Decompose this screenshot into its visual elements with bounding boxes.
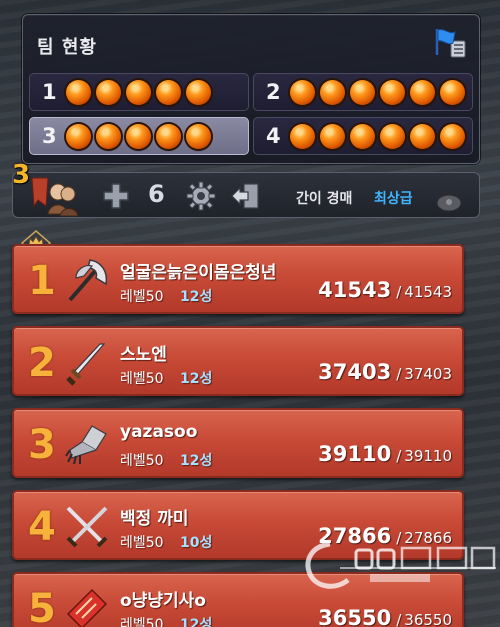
exit-icon[interactable]: [230, 181, 262, 211]
auction-label: 간이 경매: [296, 191, 353, 207]
team-slot-members: [66, 124, 211, 149]
team-slot-members: [66, 80, 211, 105]
member-level: 레벨50: [120, 371, 164, 387]
plus-icon[interactable]: [102, 182, 130, 210]
member-hp: 39110/39110: [318, 442, 452, 466]
member-dot: [410, 124, 435, 149]
member-card-1[interactable]: 1 얼굴은늙은이몸은청년 레벨50 12성 41543/41543: [12, 244, 464, 314]
member-dot: [126, 80, 151, 105]
hp-separator: /: [396, 611, 402, 627]
member-dot: [96, 124, 121, 149]
site-watermark-logo: [305, 541, 496, 589]
loot-pouch-icon[interactable]: [434, 186, 464, 212]
hp-separator: /: [396, 283, 402, 301]
team-slot-4[interactable]: 4: [253, 117, 473, 155]
hp-separator: /: [396, 365, 402, 383]
party-members-icon[interactable]: [30, 176, 80, 218]
member-name: yazasoo: [120, 422, 198, 442]
member-dot: [156, 80, 181, 105]
member-dot: [156, 124, 181, 149]
member-tier: 12성: [180, 453, 213, 469]
member-dot: [66, 124, 91, 149]
current-team-number: 3: [12, 160, 31, 190]
auction-grade[interactable]: 최상급: [374, 188, 413, 208]
member-dot: [440, 80, 465, 105]
team-slot-members: [290, 80, 465, 105]
gauntlet-icon: [65, 425, 107, 465]
member-dot: [186, 124, 211, 149]
member-name: 백정 까미: [120, 509, 189, 529]
member-name: 얼굴은늙은이몸은청년: [120, 263, 277, 283]
member-name: 스노엔: [120, 345, 167, 365]
hp-max: 37403: [404, 365, 452, 383]
member-dot: [96, 80, 121, 105]
member-dot: [380, 80, 405, 105]
member-rank: 5: [28, 586, 56, 627]
team-slot-number: 4: [266, 124, 281, 148]
team-slot-3[interactable]: 3: [29, 117, 249, 155]
member-dot: [320, 80, 345, 105]
hp-max: 36550: [404, 611, 452, 627]
hp-separator: /: [396, 447, 402, 465]
member-dot: [440, 124, 465, 149]
member-dot: [290, 80, 315, 105]
member-dot: [66, 80, 91, 105]
member-dot: [290, 124, 315, 149]
party-member-count: 6: [148, 180, 165, 208]
crossed-blades-icon: [66, 506, 108, 548]
sword-icon: [66, 343, 106, 386]
member-tier: 10성: [180, 535, 213, 551]
member-dot: [350, 124, 375, 149]
gear-icon[interactable]: [186, 181, 216, 211]
member-rank: 4: [28, 504, 56, 550]
team-slot-2[interactable]: 2: [253, 73, 473, 111]
hp-max: 41543: [404, 283, 452, 301]
member-level: 레벨50: [120, 453, 164, 469]
team-slot-number: 3: [42, 124, 57, 148]
member-dot: [350, 80, 375, 105]
member-hp: 37403/37403: [318, 360, 452, 384]
axe-icon: [68, 259, 108, 302]
member-level: 레벨50: [120, 535, 164, 551]
team-slot-members: [290, 124, 465, 149]
talisman-icon: [66, 588, 108, 627]
blue-flag-list-icon[interactable]: [433, 27, 467, 61]
member-rank: 1: [28, 258, 56, 304]
member-card-2[interactable]: 2 스노엔 레벨50 12성 37403/37403: [12, 326, 464, 396]
member-dot: [410, 80, 435, 105]
member-level: 레벨50: [120, 617, 164, 627]
team-slot-number: 2: [266, 80, 281, 104]
member-tier: 12성: [180, 617, 213, 627]
member-hp: 36550/36550: [318, 606, 452, 627]
member-rank: 3: [28, 422, 56, 468]
hp-current: 41543: [318, 278, 392, 302]
hp-current: 37403: [318, 360, 392, 384]
member-dot: [320, 124, 345, 149]
team-slot-1[interactable]: 1: [29, 73, 249, 111]
member-tier: 12성: [180, 371, 213, 387]
hp-current: 39110: [318, 442, 392, 466]
member-card-3[interactable]: 3 yazasoo 레벨50 12성 39110/39110: [12, 408, 464, 478]
member-hp: 41543/41543: [318, 278, 452, 302]
member-dot: [380, 124, 405, 149]
team-status-panel: 팀 현황 1 2 3 4: [22, 14, 480, 164]
member-dot: [126, 124, 151, 149]
member-level: 레벨50: [120, 289, 164, 305]
hp-current: 36550: [318, 606, 392, 627]
member-rank: 2: [28, 340, 56, 386]
team-slot-number: 1: [42, 80, 57, 104]
member-name: o냥냥기사o: [120, 591, 206, 611]
member-tier: 12성: [180, 289, 213, 305]
hp-max: 39110: [404, 447, 452, 465]
team-status-title: 팀 현황: [37, 37, 97, 58]
member-dot: [186, 80, 211, 105]
